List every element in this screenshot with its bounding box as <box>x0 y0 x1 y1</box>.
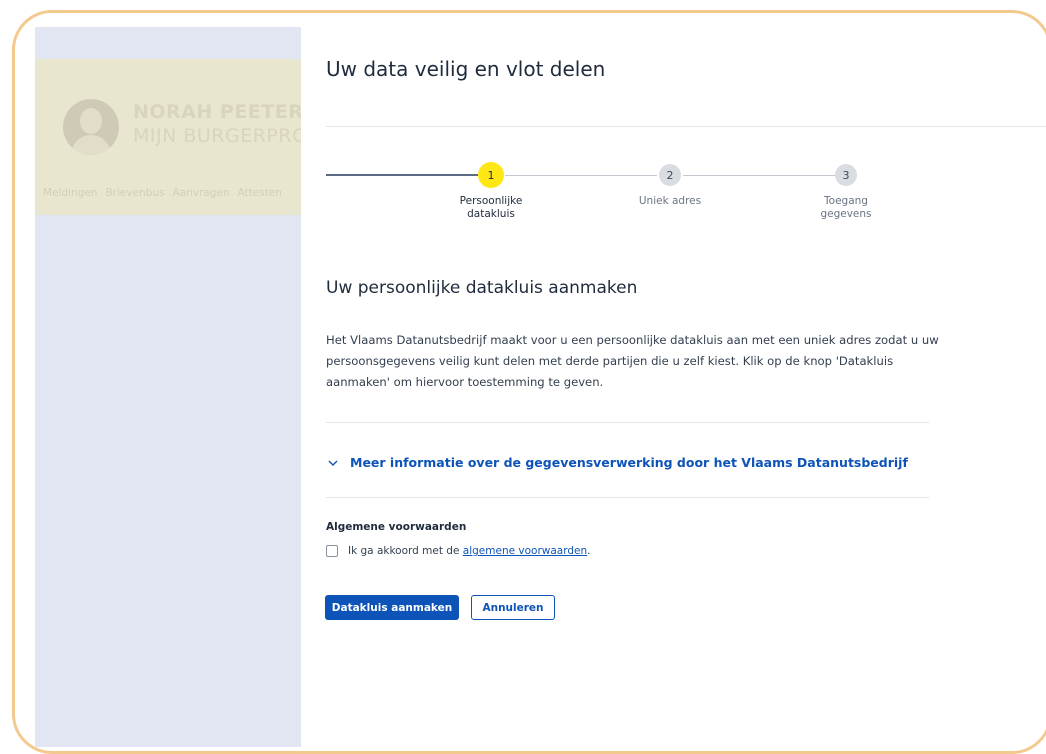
step-1-indicator: 1 <box>478 162 504 188</box>
terms-label: Ik ga akkoord met de algemene voorwaarde… <box>348 545 591 557</box>
tab-meldingen: Meldingen <box>43 187 98 199</box>
avatar <box>63 99 119 155</box>
terms-checkbox-row: Ik ga akkoord met de algemene voorwaarde… <box>326 545 591 557</box>
step-2-label: Uniek adres <box>638 195 702 207</box>
profile-name: NORAH PEETERS <box>133 101 318 123</box>
terms-label-prefix: Ik ga akkoord met de <box>348 545 460 557</box>
progress-stepper: 1 2 3 Persoonlijke datakluis Uniek adres … <box>301 162 1046 242</box>
accordion-label: Meer informatie over de gegevensverwerki… <box>350 455 908 470</box>
cancel-button[interactable]: Annuleren <box>471 595 555 620</box>
section-title: Uw persoonlijke datakluis aanmaken <box>326 278 638 298</box>
terms-label-suffix: . <box>587 545 591 557</box>
background-profile-page: NORAH PEETERS MIJN BURGERPROFIEL Melding… <box>35 27 348 747</box>
chevron-down-icon <box>328 460 338 466</box>
panel-title: Uw data veilig en vlot delen <box>326 57 606 81</box>
tab-brievenbus: Brievenbus <box>105 187 165 199</box>
step-3-label: Toegang gegevens <box>820 195 872 220</box>
tab-aanvragen: Aanvragen <box>172 187 230 199</box>
step-2-indicator: 2 <box>659 164 681 186</box>
step-1-label: Persoonlijke datakluis <box>459 195 523 220</box>
background-profile-header: NORAH PEETERS MIJN BURGERPROFIEL Melding… <box>35 59 348 215</box>
profile-tabs: Meldingen Brievenbus Aanvragen Attesten <box>43 187 282 199</box>
terms-title: Algemene voorwaarden <box>326 521 467 533</box>
step-connector <box>683 175 835 176</box>
divider <box>326 497 929 498</box>
create-datakluis-button[interactable]: Datakluis aanmaken <box>325 595 459 620</box>
tab-attesten: Attesten <box>237 187 282 199</box>
terms-checkbox[interactable] <box>326 545 338 557</box>
divider <box>326 422 929 423</box>
datakluis-panel: Uw data veilig en vlot delen 1 2 3 Perso… <box>301 27 1046 751</box>
intro-text: Het Vlaams Datanutsbedrijf maakt voor u … <box>326 333 939 389</box>
more-info-accordion[interactable]: Meer informatie over de gegevensverwerki… <box>326 455 908 470</box>
step-connector <box>326 174 478 176</box>
screenshot-frame: NORAH PEETERS MIJN BURGERPROFIEL Melding… <box>12 10 1046 754</box>
step-3-indicator: 3 <box>835 164 857 186</box>
terms-link[interactable]: algemene voorwaarden <box>463 545 587 557</box>
step-connector <box>505 175 657 176</box>
divider <box>326 126 1046 127</box>
